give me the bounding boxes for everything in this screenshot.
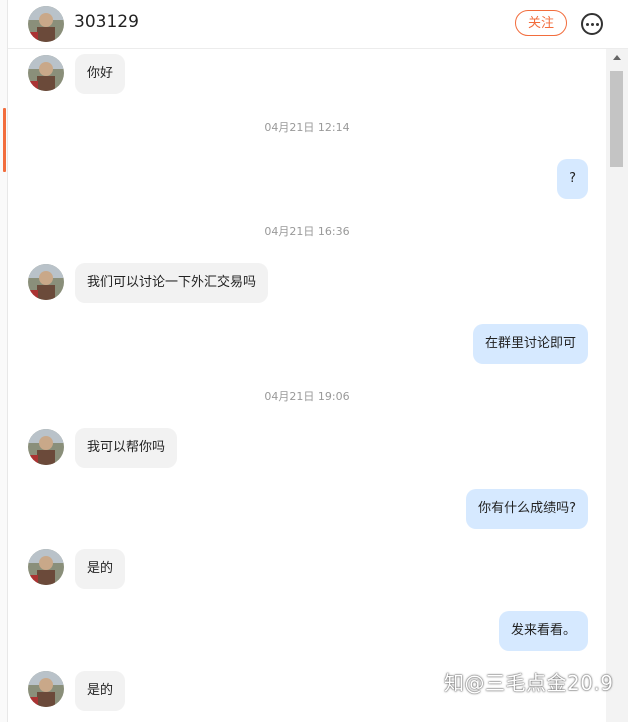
message-bubble[interactable]: 是的 xyxy=(75,671,126,711)
dot-icon xyxy=(586,23,589,26)
message-bubble[interactable]: 发来看看。 xyxy=(498,611,588,651)
avatar[interactable] xyxy=(28,264,64,300)
watermark: 知@三毛点金20.9 xyxy=(444,671,614,695)
active-indicator xyxy=(3,108,6,172)
scroll-up-arrow-icon[interactable] xyxy=(613,55,621,60)
avatar[interactable] xyxy=(28,6,64,42)
more-options-icon[interactable] xyxy=(581,13,603,35)
message-bubble[interactable]: 在群里讨论即可 xyxy=(472,324,588,364)
message-bubble[interactable]: 我们可以讨论一下外汇交易吗 xyxy=(75,263,269,303)
dot-icon xyxy=(591,23,594,26)
avatar[interactable] xyxy=(28,55,64,91)
dot-icon xyxy=(596,23,599,26)
timestamp: 04月21日 19:06 xyxy=(264,390,350,403)
chat-title: 303129 xyxy=(74,12,139,32)
message-list[interactable]: 你好 04月21日 12:14 ? 04月21日 16:36 我们可以讨论一下外… xyxy=(8,49,606,722)
timestamp: 04月21日 12:14 xyxy=(264,121,350,134)
scroll-thumb[interactable] xyxy=(610,71,623,167)
message-bubble[interactable]: 你有什么成绩吗? xyxy=(466,489,588,529)
avatar[interactable] xyxy=(28,671,64,707)
avatar[interactable] xyxy=(28,549,64,585)
message-bubble[interactable]: 我可以帮你吗 xyxy=(75,428,178,468)
scrollbar[interactable] xyxy=(606,49,628,722)
chat-header: 303129 关注 xyxy=(8,0,628,49)
message-bubble[interactable]: 是的 xyxy=(75,549,126,589)
message-bubble[interactable]: ? xyxy=(557,159,588,199)
avatar[interactable] xyxy=(28,429,64,465)
timestamp: 04月21日 16:36 xyxy=(264,225,350,238)
follow-button[interactable]: 关注 xyxy=(515,10,567,36)
message-bubble[interactable]: 你好 xyxy=(75,54,126,94)
